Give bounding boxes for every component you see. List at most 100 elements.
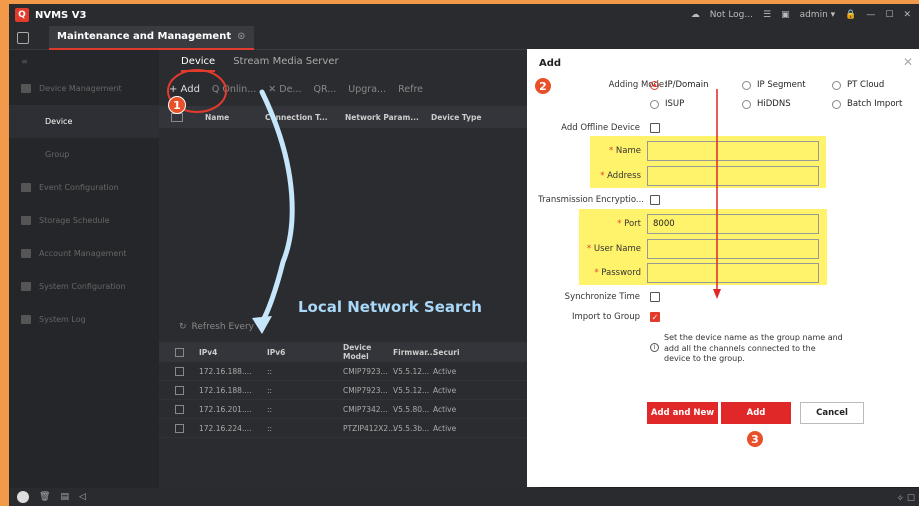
system-config-icon bbox=[21, 282, 31, 291]
column-header[interactable]: Name bbox=[195, 113, 255, 122]
table-row[interactable]: 172.16.224.... :: PTZIP412X2... V5.5.3b.… bbox=[159, 419, 539, 438]
tab-maintenance[interactable]: Maintenance and Management ⊙ bbox=[49, 25, 254, 50]
sidebar-item-event-configuration[interactable]: Event Configuration bbox=[9, 171, 159, 204]
mode-ip-domain[interactable]: IP/Domain bbox=[650, 80, 708, 90]
trash-icon[interactable]: 🗑 bbox=[39, 492, 50, 502]
mode-hiddns[interactable]: HiDDNS bbox=[742, 99, 791, 109]
column-header[interactable]: Network Param... bbox=[335, 113, 421, 122]
address-field[interactable] bbox=[647, 166, 819, 186]
event-icon bbox=[21, 183, 31, 192]
cell: 172.16.224.... bbox=[199, 423, 252, 433]
password-label: * Password bbox=[594, 268, 641, 278]
tab-stream-media-server[interactable]: Stream Media Server bbox=[233, 56, 338, 72]
cloud-icon[interactable]: ☁ bbox=[691, 10, 700, 20]
user-menu[interactable]: admin ▾ bbox=[800, 10, 836, 20]
sidebar-item-system-configuration[interactable]: System Configuration bbox=[9, 270, 159, 303]
import-to-group-checkbox[interactable]: ✓ bbox=[650, 312, 660, 322]
tab-close-icon[interactable]: ⊙ bbox=[237, 31, 245, 42]
table-row[interactable]: 172.16.201.... :: CMIP7342... V5.5.80...… bbox=[159, 400, 539, 419]
bottom-bar: 🗑 ▤ ◁ bbox=[9, 488, 919, 506]
cell: Active bbox=[433, 366, 457, 376]
lock-icon[interactable]: 🔒 bbox=[845, 10, 856, 20]
minimize-icon[interactable]: — bbox=[866, 10, 875, 20]
sidebar-item-system-log[interactable]: System Log bbox=[9, 303, 159, 336]
synchronize-time-checkbox[interactable] bbox=[650, 292, 660, 302]
delete-button[interactable]: ✕ De... bbox=[268, 84, 301, 95]
sidebar-item-storage-schedule[interactable]: Storage Schedule bbox=[9, 204, 159, 237]
mode-isup[interactable]: ISUP bbox=[650, 99, 684, 109]
add-offline-checkbox[interactable] bbox=[650, 123, 660, 133]
table-row[interactable]: 172.16.188.... :: CMIP7923... V5.5.12...… bbox=[159, 381, 539, 400]
user-name-field[interactable] bbox=[647, 239, 819, 259]
add-and-new-button[interactable]: Add and New bbox=[647, 402, 718, 424]
add-confirm-button[interactable]: Add bbox=[721, 402, 791, 424]
transmission-encryption-label: Transmission Encryptio... bbox=[538, 195, 644, 205]
mode-label: Batch Import bbox=[847, 99, 903, 109]
sidebar-item-label: Event Configuration bbox=[39, 183, 119, 192]
not-logged-status[interactable]: Not Log... bbox=[710, 10, 753, 20]
local-search-table-header: IPv4 IPv6 Device Model Firmwar... Securi bbox=[159, 342, 539, 362]
qr-button[interactable]: QR... bbox=[313, 84, 336, 95]
sidebar-item-account-management[interactable]: Account Management bbox=[9, 237, 159, 270]
online-device-button[interactable]: Q Onlin... bbox=[212, 84, 256, 95]
menu-icon[interactable]: ☰ bbox=[763, 10, 771, 20]
alarm-icon[interactable] bbox=[17, 491, 29, 503]
row-checkbox[interactable] bbox=[174, 404, 184, 414]
refresh-button[interactable]: Refre bbox=[398, 84, 423, 95]
column-header[interactable]: IPv4 bbox=[199, 348, 267, 357]
title-bar: Q NVMS V3 ☁ Not Log... ☰ ▣ admin ▾ 🔒 — ☐… bbox=[9, 4, 919, 26]
speaker-icon[interactable]: ◁ bbox=[79, 492, 86, 502]
table-row[interactable]: 172.16.188.... :: CMIP7923... V5.5.12...… bbox=[159, 362, 539, 381]
sidebar: ≡ Device Management Device Group Event C… bbox=[9, 50, 159, 488]
sidebar-collapse[interactable]: ≡ bbox=[9, 50, 159, 72]
pin-icon[interactable]: ✧ bbox=[897, 494, 905, 504]
home-grid-icon[interactable] bbox=[17, 31, 29, 44]
monitor-icon[interactable]: ▤ bbox=[60, 492, 69, 502]
cell: :: bbox=[267, 385, 273, 395]
close-icon[interactable]: ✕ bbox=[903, 10, 911, 20]
mode-label: IP Segment bbox=[757, 80, 806, 90]
mode-batch-import[interactable]: Batch Import bbox=[832, 99, 902, 109]
name-field[interactable] bbox=[647, 141, 819, 161]
toolbar: + Add Q Onlin... ✕ De... QR... Upgra... … bbox=[159, 72, 539, 106]
upgrade-button[interactable]: Upgra... bbox=[348, 84, 386, 95]
column-header[interactable]: Securi bbox=[433, 348, 473, 357]
select-all-checkbox[interactable] bbox=[174, 347, 184, 357]
row-checkbox[interactable] bbox=[174, 366, 184, 376]
account-icon bbox=[21, 249, 31, 258]
cancel-button[interactable]: Cancel bbox=[800, 402, 864, 424]
refresh-every[interactable]: ↻ Refresh Every bbox=[159, 312, 539, 342]
radio-icon bbox=[742, 99, 751, 109]
sidebar-item-group[interactable]: Group bbox=[9, 138, 159, 171]
dialog-close-icon[interactable]: ✕ bbox=[903, 55, 913, 69]
sidebar-item-device[interactable]: Device bbox=[9, 105, 159, 138]
cell: V5.5.12... bbox=[393, 385, 430, 395]
add-button[interactable]: + Add bbox=[169, 84, 200, 95]
row-checkbox[interactable] bbox=[174, 423, 184, 433]
password-field[interactable] bbox=[647, 263, 819, 283]
cell: V5.5.3b... bbox=[393, 423, 430, 433]
column-header[interactable]: Connection T... bbox=[255, 113, 335, 122]
transmission-encryption-checkbox[interactable] bbox=[650, 195, 660, 205]
cell: PTZIP412X2... bbox=[343, 423, 396, 433]
column-header[interactable]: Device Model bbox=[343, 343, 393, 361]
image-icon[interactable]: ▣ bbox=[781, 10, 790, 20]
step-badge-2: 2 bbox=[534, 77, 552, 95]
tab-bar: Maintenance and Management ⊙ bbox=[9, 25, 919, 50]
sidebar-item-label: System Configuration bbox=[39, 282, 126, 291]
mode-ip-segment[interactable]: IP Segment bbox=[742, 80, 806, 90]
column-header[interactable]: IPv6 bbox=[267, 348, 343, 357]
tab-device[interactable]: Device bbox=[181, 56, 216, 72]
row-checkbox[interactable] bbox=[174, 385, 184, 395]
cell: CMIP7923... bbox=[343, 385, 388, 395]
window-icon[interactable]: ☐ bbox=[907, 494, 915, 504]
sidebar-item-device-management[interactable]: Device Management bbox=[9, 72, 159, 105]
maximize-icon[interactable]: ☐ bbox=[885, 10, 893, 20]
radio-icon bbox=[650, 99, 659, 109]
import-group-note: Set the device name as the group name an… bbox=[664, 333, 843, 363]
sidebar-item-label: Device bbox=[45, 117, 73, 126]
mode-pt-cloud[interactable]: PT Cloud bbox=[832, 80, 884, 90]
column-header[interactable]: Device Type bbox=[421, 113, 482, 122]
port-field[interactable]: 8000 bbox=[647, 214, 819, 234]
column-header[interactable]: Firmwar... bbox=[393, 348, 435, 357]
